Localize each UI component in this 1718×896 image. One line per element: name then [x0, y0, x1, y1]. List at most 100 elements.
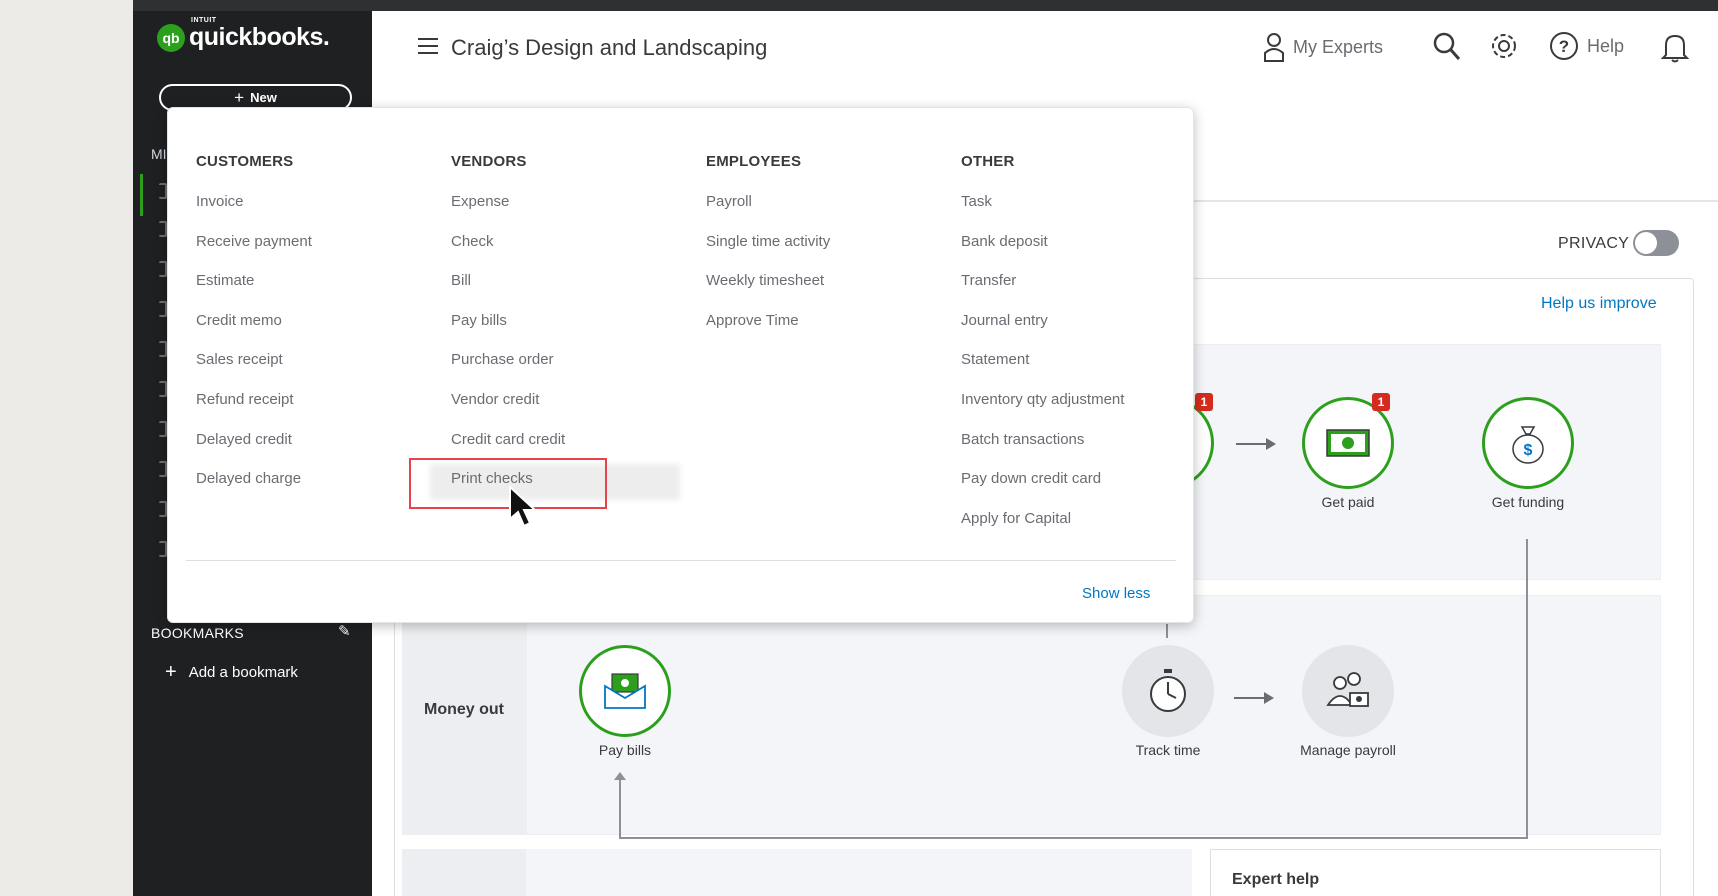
- get-paid-label: Get paid: [1321, 494, 1375, 510]
- sidebar-item-icon[interactable]: [159, 501, 167, 517]
- arrow-up-icon: [614, 772, 626, 780]
- logo-brand-text: quickbooks.: [189, 23, 330, 51]
- track-time-button[interactable]: [1122, 645, 1214, 737]
- get-funding-button[interactable]: $: [1482, 397, 1574, 489]
- privacy-label: PRIVACY: [1558, 235, 1630, 252]
- menu-item-refund-receipt[interactable]: Refund receipt: [196, 391, 312, 431]
- menu-item-single-time-activity[interactable]: Single time activity: [706, 233, 830, 273]
- menu-item-approve-time[interactable]: Approve Time: [706, 312, 830, 352]
- manage-payroll-button[interactable]: [1302, 645, 1394, 737]
- window-top-strip: [133, 0, 1718, 11]
- money-out-label: Money out: [424, 701, 504, 718]
- settings-button[interactable]: [1489, 31, 1519, 61]
- menu-item-transfer[interactable]: Transfer: [961, 272, 1124, 312]
- my-experts-button[interactable]: My Experts: [1263, 31, 1383, 63]
- menu-heading-employees: EMPLOYEES: [706, 153, 802, 170]
- menu-item-receive-payment[interactable]: Receive payment: [196, 233, 312, 273]
- sidebar-item-icon[interactable]: [159, 261, 167, 277]
- privacy-toggle[interactable]: [1633, 230, 1679, 256]
- manage-payroll-label: Manage payroll: [1300, 742, 1396, 758]
- menu-item-pay-bills[interactable]: Pay bills: [451, 312, 565, 352]
- sidebar-item-icon[interactable]: [159, 421, 167, 437]
- pay-bills-button[interactable]: [579, 645, 671, 737]
- menu-item-delayed-charge[interactable]: Delayed charge: [196, 470, 312, 510]
- sidebar-item-icon[interactable]: [159, 183, 167, 199]
- money-icon: [1326, 429, 1370, 457]
- stopwatch-icon: [1150, 669, 1186, 712]
- help-label: Help: [1587, 35, 1625, 56]
- menu-item-pay-down-credit-card[interactable]: Pay down credit card: [961, 470, 1124, 510]
- menu-heading-other: OTHER: [961, 153, 1015, 170]
- sidebar-active-indicator: [140, 174, 143, 216]
- track-time-label: Track time: [1135, 742, 1201, 758]
- menu-item-apply-for-capital[interactable]: Apply for Capital: [961, 510, 1124, 550]
- sidebar-item-icon[interactable]: [159, 221, 167, 237]
- menu-item-task[interactable]: Task: [961, 193, 1124, 233]
- svg-text:$: $: [1524, 442, 1533, 459]
- menu-item-vendor-credit[interactable]: Vendor credit: [451, 391, 565, 431]
- menu-item-sales-receipt[interactable]: Sales receipt: [196, 351, 312, 391]
- bookmarks-heading: BOOKMARKS: [151, 625, 244, 641]
- top-header: Craig’s Design and Landscaping My Expert…: [372, 11, 1718, 104]
- expert-icon: [1264, 33, 1284, 62]
- menu-item-estimate[interactable]: Estimate: [196, 272, 312, 312]
- money-bag-icon: $: [1512, 426, 1544, 464]
- expert-help-heading: Expert help: [1232, 871, 1320, 888]
- menu-item-credit-memo[interactable]: Credit memo: [196, 312, 312, 352]
- show-less-link[interactable]: Show less: [1082, 585, 1150, 602]
- bottom-left-panel: [402, 849, 1192, 896]
- add-bookmark-link[interactable]: + Add a bookmark: [165, 661, 298, 684]
- menu-item-delayed-credit[interactable]: Delayed credit: [196, 431, 312, 471]
- logo-intuit-text: INTUIT: [191, 17, 217, 24]
- bell-icon: [1661, 34, 1689, 63]
- payroll-people-icon: [1326, 672, 1369, 707]
- sidebar-item-icon[interactable]: [159, 301, 167, 317]
- menu-item-statement[interactable]: Statement: [961, 351, 1124, 391]
- sidebar-item-icon[interactable]: [159, 461, 167, 477]
- menu-item-batch-transactions[interactable]: Batch transactions: [961, 431, 1124, 471]
- search-icon: [1433, 32, 1461, 60]
- menu-item-payroll[interactable]: Payroll: [706, 193, 830, 233]
- my-experts-label: My Experts: [1293, 36, 1384, 57]
- menu-item-expense[interactable]: Expense: [451, 193, 565, 233]
- menu-item-check[interactable]: Check: [451, 233, 565, 273]
- menu-divider: [186, 560, 1176, 561]
- help-button[interactable]: ? Help: [1549, 31, 1624, 61]
- menu-item-invoice[interactable]: Invoice: [196, 193, 312, 233]
- envelope-cash-icon: [604, 673, 646, 709]
- cursor-icon: [509, 485, 538, 528]
- menu-item-inventory-qty-adjustment[interactable]: Inventory qty adjustment: [961, 391, 1124, 431]
- pencil-icon[interactable]: ✎: [338, 622, 351, 640]
- add-bookmark-label: Add a bookmark: [188, 664, 298, 681]
- menu-item-bank-deposit[interactable]: Bank deposit: [961, 233, 1124, 273]
- plus-icon: +: [165, 661, 177, 683]
- menu-heading-customers: CUSTOMERS: [196, 153, 294, 170]
- quickbooks-logo[interactable]: qb INTUIT quickbooks.: [157, 17, 330, 52]
- notification-badge: 1: [1195, 393, 1213, 411]
- company-name: Craig’s Design and Landscaping: [451, 35, 768, 60]
- search-button[interactable]: [1433, 31, 1461, 61]
- get-funding-label: Get funding: [1491, 494, 1565, 510]
- notifications-button[interactable]: [1661, 31, 1689, 63]
- help-us-improve-link[interactable]: Help us improve: [1541, 295, 1657, 313]
- menu-icon[interactable]: [418, 38, 438, 59]
- sidebar-menu-heading: MI: [151, 146, 167, 162]
- employees-column: EMPLOYEES Payroll Single time activity W…: [706, 153, 830, 351]
- menu-item-journal-entry[interactable]: Journal entry: [961, 312, 1124, 352]
- menu-item-weekly-timesheet[interactable]: Weekly timesheet: [706, 272, 830, 312]
- qb-badge-icon: qb: [157, 23, 185, 52]
- arrow-right-icon: [1234, 692, 1274, 704]
- sidebar-item-icon[interactable]: [159, 541, 167, 557]
- help-icon: ?: [1550, 32, 1578, 60]
- menu-item-purchase-order[interactable]: Purchase order: [451, 351, 565, 391]
- menu-heading-vendors: VENDORS: [451, 153, 527, 170]
- connector-line: [619, 778, 621, 838]
- plus-icon: +: [234, 87, 245, 107]
- menu-item-bill[interactable]: Bill: [451, 272, 565, 312]
- connector-line: [1166, 624, 1168, 638]
- pay-bills-label: Pay bills: [598, 742, 652, 758]
- sidebar-item-icon[interactable]: [159, 381, 167, 397]
- sidebar-item-icon[interactable]: [159, 341, 167, 357]
- new-menu-dropdown: CUSTOMERS Invoice Receive payment Estima…: [167, 107, 1194, 623]
- svg-text:?: ?: [1559, 37, 1569, 56]
